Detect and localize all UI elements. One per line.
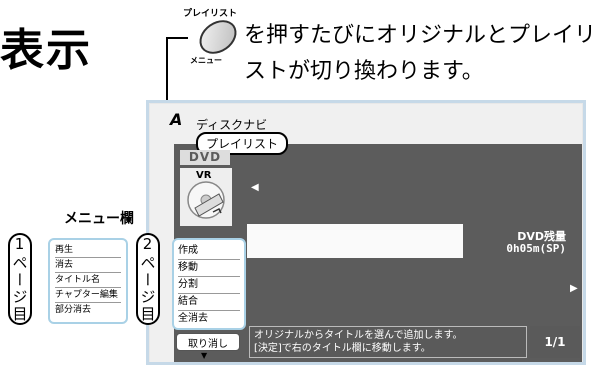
message-line-2: [決定]で右のタイトル欄に移動します。 [254,343,431,354]
page-2-label: 2ページ目 [136,233,160,325]
menu-item-chapter-edit[interactable]: チャプター編集 [55,288,121,303]
menu-item-combine[interactable]: 結合 [178,294,240,311]
instruction-line-2: ストが切り換わります。 [244,59,484,84]
message-line-1: オリジナルからタイトルを選んで追加します。 [254,330,463,341]
menu-item-erase[interactable]: 消去 [55,258,121,273]
menu-item-title-name[interactable]: タイトル名 [55,273,121,288]
callout-line [166,37,188,39]
arrow-right-icon[interactable]: ▶ [570,283,578,294]
menu-column-title: メニュー欄 [64,211,134,227]
menu-item-split[interactable]: 分割 [178,277,240,294]
playlist-button-label: プレイリスト [183,9,238,19]
message-box: オリジナルからタイトルを選んで追加します。 [決定]で右のタイトル欄に移動します… [249,326,527,358]
dvd-badge: DVD [180,150,230,165]
menu-list-page-2: 作成 移動 分割 結合 全消去 [172,238,246,330]
arrow-left-icon[interactable]: ◀ [251,182,259,193]
menu-item-play[interactable]: 再生 [55,243,121,258]
vr-label: VR [196,170,212,181]
menu-item-create[interactable]: 作成 [178,243,240,260]
dvd-remaining-value: 0h05m(SP) [506,242,566,255]
scroll-down-icon[interactable]: ▼ [201,351,207,360]
cancel-button[interactable]: 取り消し [176,333,240,351]
menu-item-move[interactable]: 移動 [178,260,240,277]
disc-navi-icon: A [170,110,183,129]
title-slot[interactable] [247,224,463,258]
disc-navi-title: ディスクナビ [196,118,268,132]
menu-item-partial-erase[interactable]: 部分消去 [55,303,121,317]
menu-item-erase-all[interactable]: 全消去 [178,311,240,327]
instruction-text: を押すたびにオリジナルとプレイリ ストが切り換わります。 [244,18,604,90]
menu-button-label: メニュー [190,56,222,65]
page-indicator: 1/1 [530,326,580,358]
instruction-line-1: を押すたびにオリジナルとプレイリ [244,23,597,48]
page-1-label: 1ページ目 [8,233,32,325]
remote-button-icon [193,13,243,61]
section-heading: 表示 [0,25,92,76]
menu-list-page-1: 再生 消去 タイトル名 チャプター編集 部分消去 [48,238,128,324]
